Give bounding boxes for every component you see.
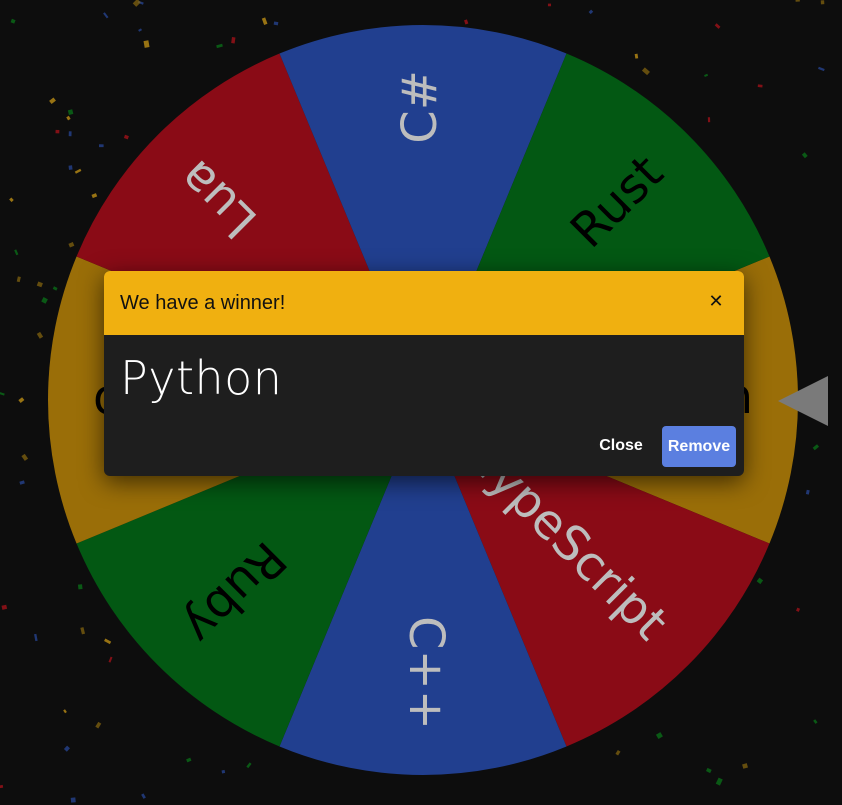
dialog-header: We have a winner! ✕ bbox=[104, 271, 744, 335]
confetti-piece bbox=[0, 784, 4, 789]
confetti-piece bbox=[704, 73, 709, 78]
confetti-piece bbox=[103, 12, 109, 19]
confetti-piece bbox=[74, 168, 82, 174]
confetti-piece bbox=[757, 84, 763, 88]
confetti-piece bbox=[68, 242, 75, 248]
confetti-piece bbox=[812, 444, 820, 451]
dialog-title: We have a winner! bbox=[120, 291, 286, 314]
confetti-piece bbox=[795, 0, 800, 2]
confetti-piece bbox=[14, 249, 19, 256]
confetti-piece bbox=[123, 134, 129, 140]
confetti-piece bbox=[231, 36, 236, 44]
remove-button[interactable]: Remove bbox=[662, 426, 736, 467]
confetti-piece bbox=[95, 721, 102, 729]
confetti-piece bbox=[70, 797, 76, 803]
confetti-piece bbox=[261, 17, 268, 26]
confetti-piece bbox=[91, 193, 98, 199]
confetti-piece bbox=[21, 453, 29, 461]
confetti-piece bbox=[186, 757, 192, 763]
confetti-piece bbox=[41, 297, 48, 304]
confetti-piece bbox=[36, 331, 44, 339]
confetti-piece bbox=[221, 769, 226, 774]
confetti-piece bbox=[805, 489, 810, 495]
confetti-piece bbox=[705, 767, 712, 774]
confetti-piece bbox=[796, 607, 801, 612]
confetti-piece bbox=[818, 66, 825, 72]
winner-name: Python bbox=[120, 351, 283, 405]
confetti-piece bbox=[104, 638, 112, 645]
confetti-piece bbox=[742, 763, 748, 769]
confetti-piece bbox=[34, 633, 38, 642]
confetti-piece bbox=[68, 131, 72, 137]
confetti-piece bbox=[634, 53, 639, 59]
confetti-piece bbox=[55, 129, 60, 134]
confetti-piece bbox=[19, 480, 25, 485]
confetti-piece bbox=[63, 745, 70, 752]
wheel-label-c-: C# bbox=[392, 70, 448, 144]
confetti-piece bbox=[16, 276, 21, 283]
confetti-piece bbox=[52, 286, 58, 291]
confetti-piece bbox=[68, 165, 73, 170]
confetti-piece bbox=[588, 9, 594, 15]
confetti-piece bbox=[143, 40, 150, 48]
confetti-piece bbox=[36, 281, 43, 288]
confetti-piece bbox=[141, 793, 146, 799]
confetti-piece bbox=[138, 28, 143, 32]
confetti-piece bbox=[77, 584, 83, 590]
winner-dialog: We have a winner! ✕ Python Close Remove bbox=[104, 271, 744, 476]
confetti-piece bbox=[10, 18, 16, 24]
confetti-piece bbox=[756, 577, 764, 585]
confetti-piece bbox=[132, 0, 141, 7]
confetti-piece bbox=[714, 23, 721, 29]
close-icon[interactable]: ✕ bbox=[702, 287, 730, 315]
triangle-pointer-icon bbox=[778, 376, 828, 426]
confetti-piece bbox=[66, 115, 71, 121]
confetti-piece bbox=[9, 197, 14, 203]
confetti-piece bbox=[801, 152, 808, 159]
confetti-piece bbox=[18, 397, 25, 404]
confetti-piece bbox=[464, 19, 469, 25]
confetti-piece bbox=[63, 709, 67, 714]
confetti-piece bbox=[641, 67, 650, 76]
confetti-piece bbox=[80, 627, 86, 635]
confetti-piece bbox=[273, 21, 279, 26]
confetti-piece bbox=[820, 0, 825, 5]
confetti-piece bbox=[1, 604, 8, 610]
confetti-piece bbox=[715, 777, 723, 786]
confetti-piece bbox=[246, 762, 252, 769]
confetti-piece bbox=[99, 144, 104, 148]
confetti-piece bbox=[547, 3, 552, 7]
close-button[interactable]: Close bbox=[589, 426, 653, 466]
confetti-piece bbox=[615, 750, 621, 756]
confetti-piece bbox=[707, 117, 711, 123]
confetti-piece bbox=[0, 392, 5, 396]
confetti-piece bbox=[655, 732, 663, 740]
confetti-piece bbox=[216, 43, 223, 49]
confetti-piece bbox=[813, 719, 818, 724]
confetti-piece bbox=[108, 656, 113, 663]
wheel-label-c-: C++ bbox=[398, 616, 454, 730]
confetti-piece bbox=[67, 109, 74, 115]
confetti-piece bbox=[49, 97, 56, 105]
